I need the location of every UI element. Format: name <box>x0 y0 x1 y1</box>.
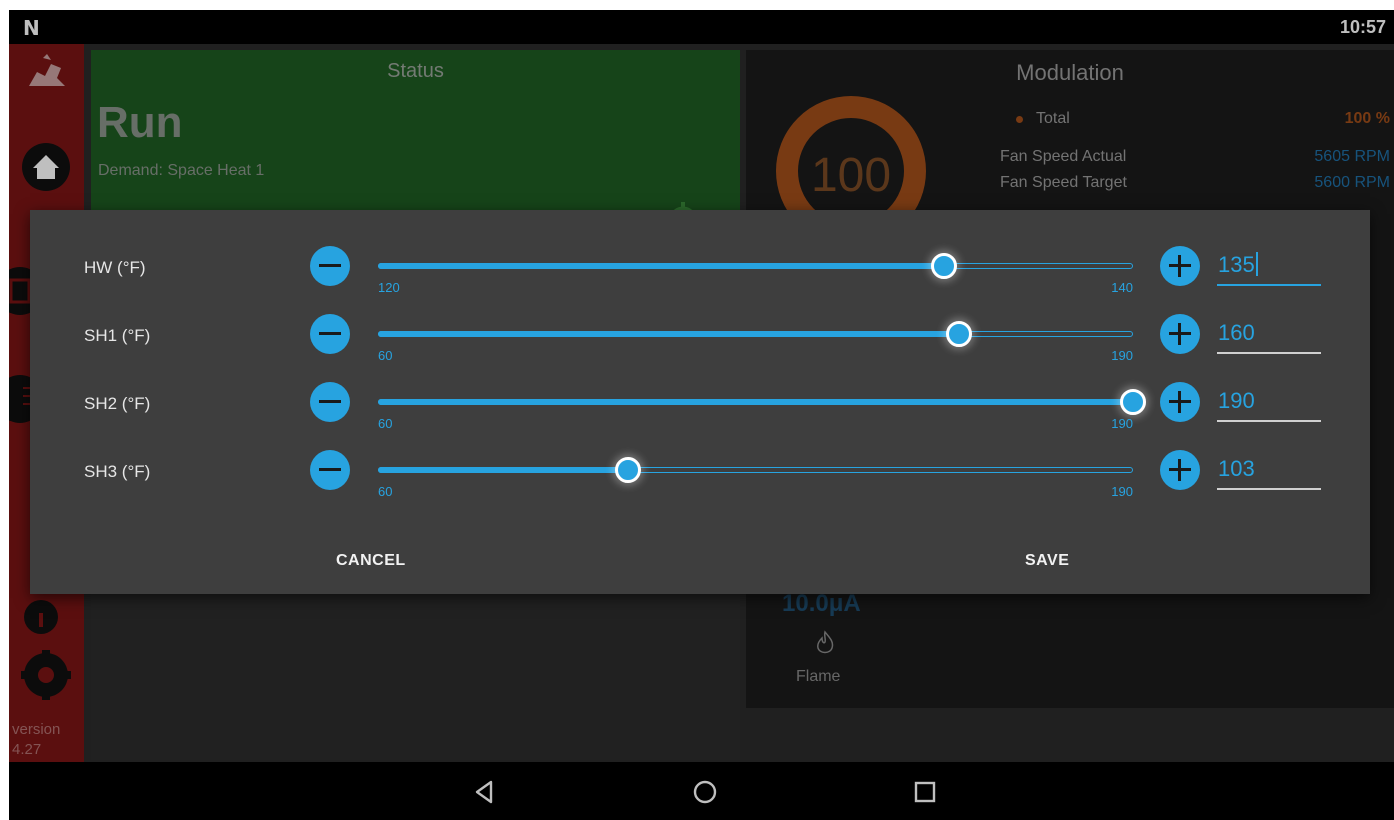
slider-thumb[interactable] <box>614 457 641 483</box>
setpoint-input-value: 135 <box>1218 252 1258 278</box>
setpoint-input[interactable]: 160 <box>1217 318 1321 354</box>
slider-max-label: 190 <box>1111 484 1133 499</box>
slider-min-label: 60 <box>378 348 393 363</box>
setpoint-value-text: 135 <box>1218 252 1255 277</box>
slider-fill <box>378 331 959 337</box>
slider-min-label: 60 <box>378 484 393 499</box>
minus-icon <box>319 400 341 403</box>
cancel-button[interactable]: CANCEL <box>336 552 406 570</box>
setpoint-row-sh3: SH3 (°F) 60 190 103 <box>30 446 1370 506</box>
setpoint-dialog: HW (°F) 120 140 135 SH1 (°F) 60 190 160 … <box>30 210 1370 594</box>
setpoint-slider[interactable] <box>378 253 1133 279</box>
slider-max-label: 190 <box>1111 416 1133 431</box>
slider-thumb[interactable] <box>945 321 972 347</box>
plus-icon-vertical <box>1178 391 1181 413</box>
setpoint-input[interactable]: 190 <box>1217 386 1321 422</box>
increase-button[interactable] <box>1160 314 1200 354</box>
setpoint-value-text: 103 <box>1218 456 1255 481</box>
minus-icon <box>319 468 341 471</box>
setpoint-slider[interactable] <box>378 321 1133 347</box>
setpoint-value-text: 190 <box>1218 388 1255 413</box>
slider-thumb[interactable] <box>931 253 958 279</box>
setpoint-label: SH1 (°F) <box>84 326 151 345</box>
plus-icon-vertical <box>1178 323 1181 345</box>
decrease-button[interactable] <box>310 382 350 422</box>
slider-fill <box>378 467 628 473</box>
increase-button[interactable] <box>1160 382 1200 422</box>
setpoint-row-sh2: SH2 (°F) 60 190 190 <box>30 378 1370 438</box>
decrease-button[interactable] <box>310 450 350 490</box>
slider-min-label: 120 <box>378 280 400 295</box>
slider-thumb[interactable] <box>1120 389 1146 415</box>
setpoint-row-hw: HW (°F) 120 140 135 <box>30 242 1370 302</box>
app-screen: N 10:57 version 4.27 Status Run Demand: … <box>9 10 1394 820</box>
decrease-button[interactable] <box>310 246 350 286</box>
slider-max-label: 190 <box>1111 348 1133 363</box>
setpoint-label: HW (°F) <box>84 258 146 277</box>
decrease-button[interactable] <box>310 314 350 354</box>
setpoint-slider[interactable] <box>378 389 1146 415</box>
slider-max-label: 140 <box>1111 280 1133 295</box>
slider-fill <box>378 399 1133 405</box>
plus-icon-vertical <box>1178 255 1181 277</box>
increase-button[interactable] <box>1160 246 1200 286</box>
setpoint-label: SH2 (°F) <box>84 394 151 413</box>
plus-icon-vertical <box>1178 459 1181 481</box>
text-caret <box>1255 252 1258 276</box>
increase-button[interactable] <box>1160 450 1200 490</box>
setpoint-slider[interactable] <box>378 457 1133 483</box>
slider-fill <box>378 263 945 269</box>
setpoint-label: SH3 (°F) <box>84 462 151 481</box>
setpoint-row-sh1: SH1 (°F) 60 190 160 <box>30 310 1370 370</box>
setpoint-input[interactable]: 103 <box>1217 454 1321 490</box>
setpoint-value-text: 160 <box>1218 320 1255 345</box>
slider-min-label: 60 <box>378 416 393 431</box>
minus-icon <box>319 264 341 267</box>
setpoint-input[interactable]: 135 <box>1217 250 1321 286</box>
save-button[interactable]: SAVE <box>1025 552 1069 570</box>
minus-icon <box>319 332 341 335</box>
